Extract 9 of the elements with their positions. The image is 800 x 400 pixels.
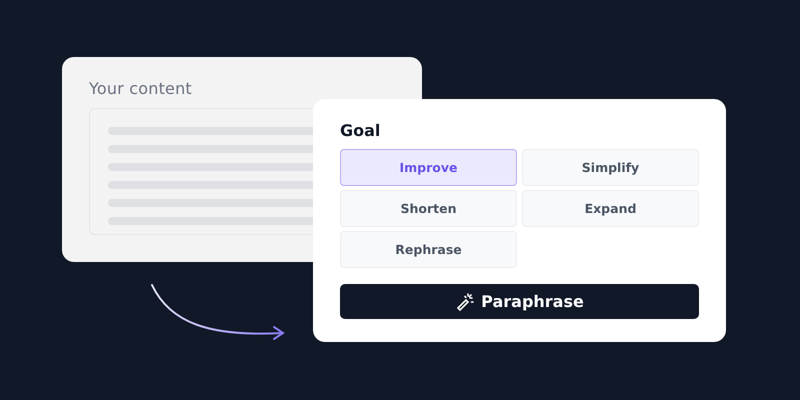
goal-option[interactable]: Simplify [522,149,699,186]
goal-option[interactable]: Shorten [340,190,517,227]
paraphrase-button[interactable]: Paraphrase [340,284,699,319]
magic-wand-icon [455,292,476,312]
panel-title: Goal [340,121,382,141]
panel-title: Your content [89,79,193,99]
goal-option[interactable]: Rephrase [340,231,517,268]
goal-option[interactable]: Improve [340,149,517,186]
goal-option[interactable]: Expand [522,190,699,227]
